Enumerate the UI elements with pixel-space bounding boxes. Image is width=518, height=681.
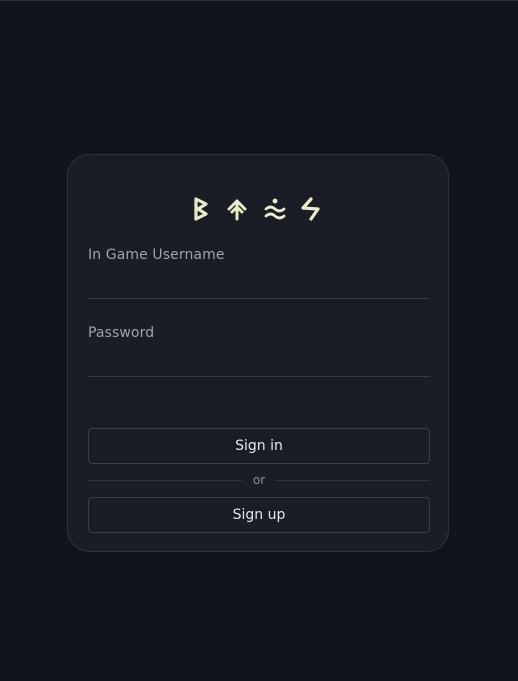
rune-sowilo-icon (301, 197, 320, 221)
divider-line-right (276, 480, 430, 481)
password-label: Password (88, 325, 155, 341)
sign-in-button[interactable]: Sign in (88, 428, 430, 464)
rune-tiwaz-arrows-icon (227, 199, 247, 221)
username-input[interactable] (88, 269, 430, 299)
rune-waves-icon (264, 198, 286, 220)
sign-up-button[interactable]: Sign up (88, 497, 430, 533)
top-border (0, 0, 518, 1)
username-label: In Game Username (88, 247, 225, 263)
rune-berkana-icon (194, 197, 208, 221)
rune-logo (68, 195, 448, 223)
or-divider: or (88, 473, 430, 487)
password-input[interactable] (88, 347, 430, 377)
login-card: In Game Username Password Sign in or Sig… (67, 154, 449, 552)
